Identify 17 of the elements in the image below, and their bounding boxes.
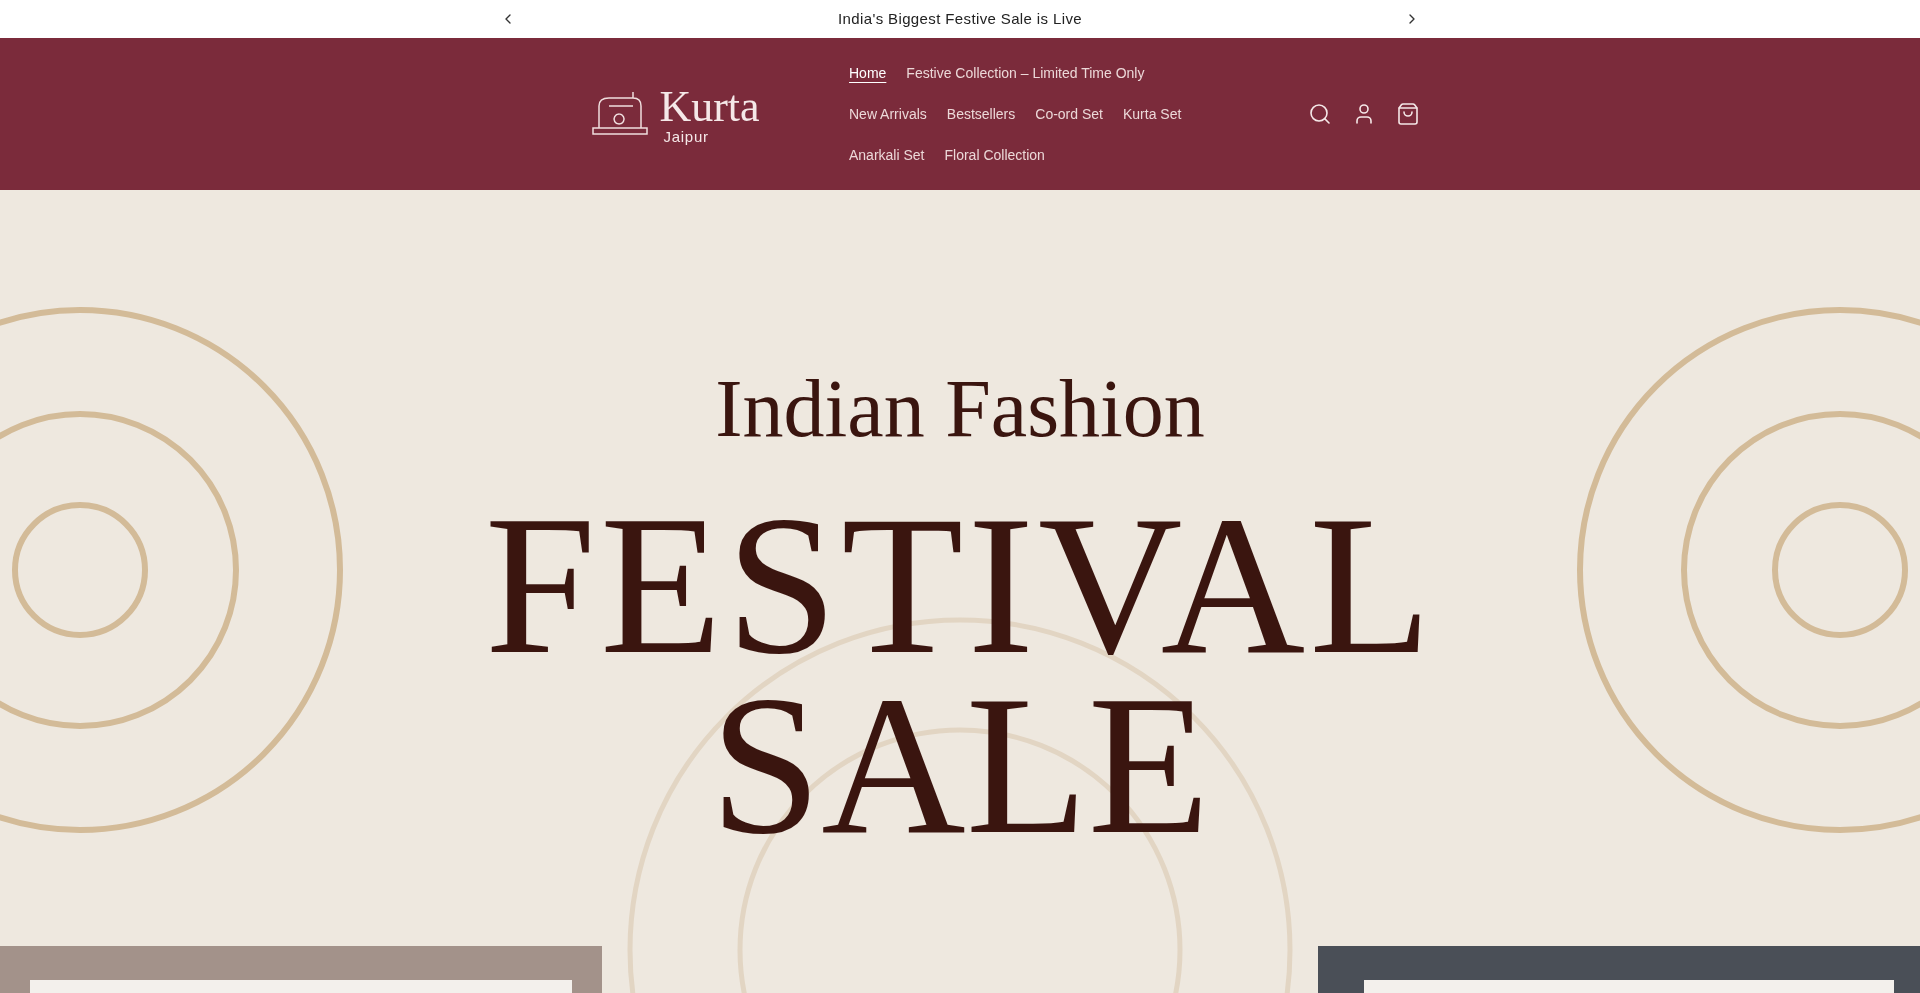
hero-headline: FESTIVAL xyxy=(484,500,1436,670)
nav-link[interactable]: Bestsellers xyxy=(946,103,1016,125)
nav-link[interactable]: Floral Collection xyxy=(944,144,1045,166)
nav-link[interactable]: Co-ord Set xyxy=(1035,103,1103,125)
nav-link[interactable]: Festive Collection – Limited Time Only xyxy=(906,62,1145,84)
logo[interactable]: Kurta Jaipur xyxy=(589,84,760,144)
nav-link[interactable]: New Arrivals xyxy=(849,103,927,125)
announcement-text: India's Biggest Festive Sale is Live xyxy=(838,8,1082,29)
search-icon[interactable] xyxy=(1308,102,1332,126)
logo-subtitle: Jaipur xyxy=(663,128,710,144)
nav-link[interactable]: Anarkali Set xyxy=(849,144,925,166)
nav-link[interactable]: Kurta Set xyxy=(1122,103,1182,125)
nav-link[interactable]: Home xyxy=(849,62,887,84)
hero-headline: SALE xyxy=(710,680,1210,850)
logo-title: Kurta xyxy=(659,84,760,129)
bag-icon[interactable] xyxy=(1396,102,1420,126)
hero-kicker: Indian Fashion xyxy=(715,368,1205,450)
